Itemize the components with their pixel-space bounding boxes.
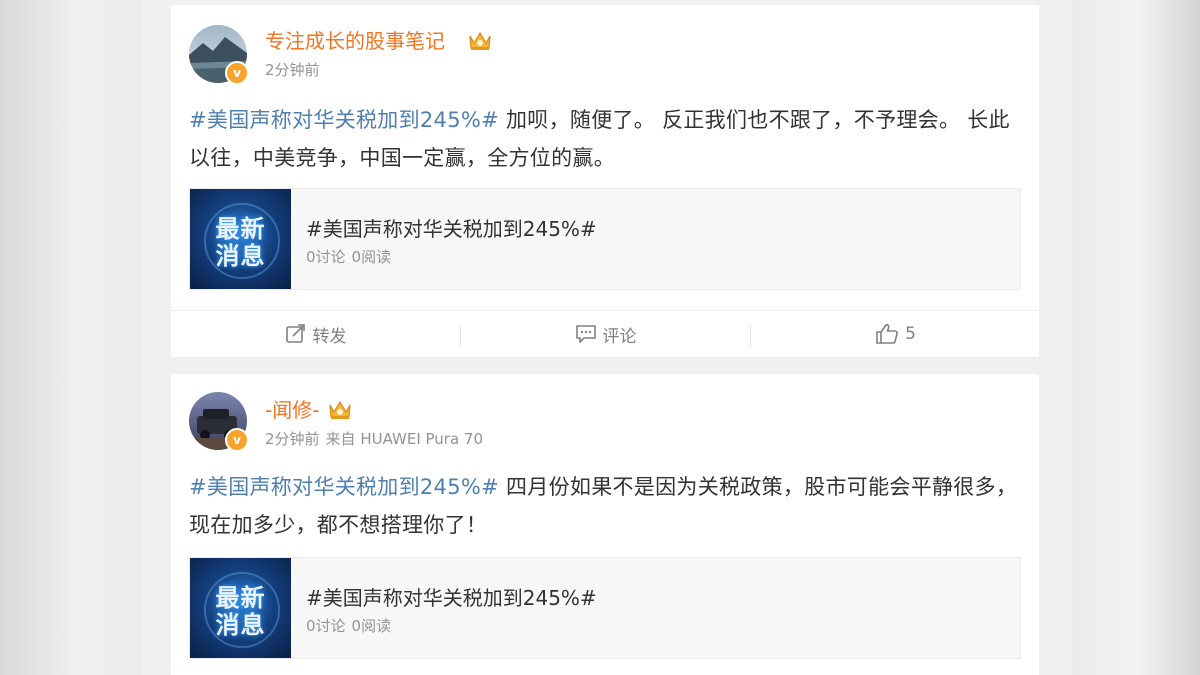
post-card: v 专注成长的股事笔记 2分钟前 #美国声称对华关税加到245%# 加呗，随便了…: [171, 5, 1039, 357]
action-bar: 转发 评论 5: [171, 310, 1039, 357]
discussion-count: 0讨论: [306, 248, 346, 266]
topic-link[interactable]: #美国声称对华关税加到245%#: [189, 475, 499, 499]
topic-card[interactable]: 最新 消息 #美国声称对华关税加到245%# 0讨论 0阅读: [189, 188, 1021, 290]
topic-link[interactable]: #美国声称对华关税加到245%#: [189, 108, 499, 132]
thumbnail-text-line2: 消息: [215, 611, 266, 639]
comment-button[interactable]: 评论: [461, 311, 750, 357]
repost-label: 转发: [312, 326, 347, 347]
post-meta: 2分钟前 来自 HUAWEI Pura 70: [265, 430, 489, 448]
weibo-feed[interactable]: v 专注成长的股事笔记 2分钟前 #美国声称对华关税加到245%# 加呗，随便了…: [142, 0, 1072, 675]
topic-card-stats: 0讨论 0阅读: [306, 246, 397, 267]
like-icon: [876, 323, 898, 344]
avatar[interactable]: v: [189, 25, 249, 85]
post-text: #美国声称对华关税加到245%# 加呗，随便了。 反正我们也不跟了，不予理会。 …: [189, 101, 1024, 177]
post-meta: 2分钟前: [265, 61, 326, 79]
username[interactable]: 专注成长的股事笔记: [265, 29, 445, 53]
topic-card-title: #美国声称对华关税加到245%#: [306, 217, 597, 241]
topic-card[interactable]: 最新 消息 #美国声称对华关税加到245%# 0讨论 0阅读: [189, 557, 1021, 659]
verified-badge-icon: v: [225, 428, 249, 452]
topic-card-title: #美国声称对华关税加到245%#: [306, 586, 597, 610]
thumbnail-text-line2: 消息: [215, 242, 266, 270]
repost-icon: [285, 324, 305, 343]
topic-thumbnail: 最新 消息: [190, 558, 291, 658]
username[interactable]: -闻修-: [265, 398, 319, 422]
like-count: 5: [905, 324, 916, 344]
post-source: 来自 HUAWEI Pura 70: [325, 430, 484, 448]
post-card: v -闻修- 2分钟前 来自 HUAWEI Pura 70 #美国声称对华关税加到…: [171, 374, 1039, 675]
topic-card-stats: 0讨论 0阅读: [306, 615, 397, 636]
read-count: 0阅读: [351, 248, 392, 266]
post-text: #美国声称对华关税加到245%# 四月份如果不是因为关税政策，股市可能会平静很多…: [189, 468, 1024, 544]
avatar[interactable]: v: [189, 392, 249, 452]
background-left: [0, 0, 142, 675]
post-time[interactable]: 2分钟前: [265, 430, 320, 448]
crown-badge-icon: [329, 400, 351, 419]
read-count: 0阅读: [351, 617, 392, 635]
background-right: [1072, 0, 1200, 675]
like-button[interactable]: 5: [751, 311, 1040, 357]
crown-badge-icon: [469, 31, 491, 50]
comment-icon: [575, 325, 596, 343]
discussion-count: 0讨论: [306, 617, 346, 635]
comment-label: 评论: [602, 326, 637, 347]
repost-button[interactable]: 转发: [171, 311, 460, 357]
verified-badge-icon: v: [225, 61, 249, 85]
topic-thumbnail: 最新 消息: [190, 189, 291, 289]
post-time[interactable]: 2分钟前: [265, 61, 320, 79]
